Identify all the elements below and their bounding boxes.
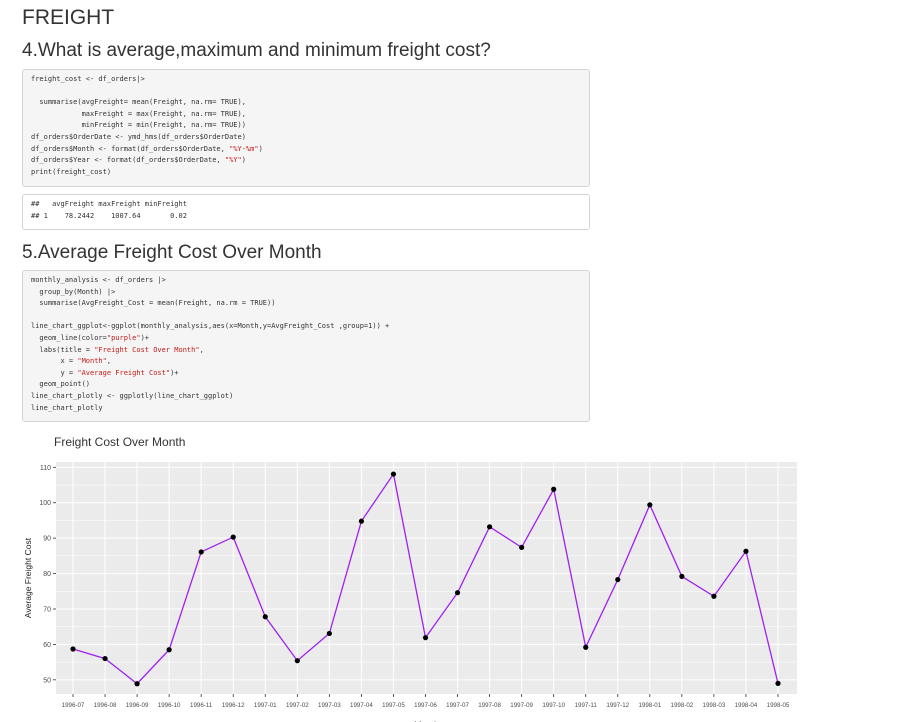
data-point (519, 544, 525, 550)
data-point (230, 534, 236, 540)
x-tick-label: 1998-03 (703, 702, 726, 709)
data-point (358, 518, 365, 524)
x-tick-label: 1997-05 (382, 702, 405, 709)
plot-panel (56, 462, 797, 694)
code-line: geom_line(color="purple")+ (31, 333, 150, 342)
data-point (294, 658, 300, 664)
data-point (134, 681, 140, 687)
x-tick-label: 1997-04 (350, 702, 373, 709)
x-tick-label: 1997-02 (286, 702, 309, 709)
code-line: summarise(AvgFreight_Cost = mean(Freight… (31, 299, 276, 308)
code-line: minFreight = min(Freight, na.rm= TRUE)) (31, 121, 246, 130)
code-line: line_chart_plotly (31, 403, 103, 412)
data-point (775, 680, 781, 686)
section-5-heading: 5.Average Freight Cost Over Month (22, 242, 322, 263)
x-tick-label: 1997-01 (254, 702, 277, 709)
data-point (454, 590, 461, 596)
x-tick-label: 1998-05 (767, 702, 790, 709)
code-line: labs(title = "Freight Cost Over Month", (31, 345, 204, 354)
x-tick-label: 1996-07 (62, 702, 85, 709)
output-line: ## 1 78.2442 1007.64 0.02 (31, 211, 187, 220)
code-line: print(freight_cost) (31, 167, 112, 176)
code-line: monthly_analysis <- df_orders |> (31, 276, 166, 284)
code-line: line_chart_ggplot<-ggplot(monthly_analys… (31, 322, 390, 331)
section-4-heading: 4.What is average,maximum and minimum fr… (22, 40, 491, 61)
code-block-freight-summary[interactable]: freight_cost <- df_orders|> summarise(av… (22, 69, 590, 187)
data-point (486, 524, 493, 530)
code-line: df_orders$OrderDate <- ymd_hms(df_orders… (31, 132, 246, 141)
data-point (262, 614, 268, 620)
x-tick-label: 1996-08 (94, 702, 117, 709)
data-point (102, 655, 108, 662)
output-block-freight-summary: ## avgFreight maxFreight minFreight ## 1 … (22, 194, 590, 230)
data-point (422, 635, 429, 641)
code-block-monthly-analysis[interactable]: monthly_analysis <- df_orders |> group_b… (22, 270, 590, 422)
data-point (390, 471, 397, 477)
code-line: freight_cost <- df_orders|> (31, 75, 145, 83)
output-line: ## avgFreight maxFreight minFreight (31, 200, 187, 208)
x-tick-label: 1997-10 (542, 702, 565, 709)
data-point (198, 549, 204, 555)
page-title: FREIGHT (22, 6, 115, 29)
y-tick-label: 90 (43, 536, 51, 543)
code-line: group_by(Month) |> (31, 287, 116, 296)
y-tick-label: 110 (40, 465, 51, 472)
data-point (743, 548, 749, 554)
data-point (679, 573, 685, 580)
data-point (711, 593, 717, 599)
x-tick-label: 1997-09 (510, 702, 533, 709)
y-axis-label: Average Freight Cost (23, 537, 33, 618)
data-point (326, 630, 332, 637)
y-tick-label: 100 (39, 500, 51, 507)
x-tick-label: 1996-11 (190, 702, 213, 709)
code-line: x = "Month", (31, 357, 112, 366)
x-tick-label: 1997-06 (414, 702, 437, 709)
code-line: df_orders$Month <- format(df_orders$Orde… (31, 144, 263, 153)
x-tick-label: 1997-03 (318, 702, 341, 709)
code-line: maxFreight = max(Freight, na.rm= TRUE), (31, 109, 246, 118)
code-line: df_orders$Year <- format(df_orders$Order… (31, 156, 246, 165)
x-tick-label: 1998-04 (735, 702, 758, 709)
x-tick-label: 1997-11 (575, 702, 598, 709)
code-line: y = "Average Freight Cost")+ (31, 368, 179, 377)
y-tick-label: 60 (43, 642, 51, 649)
y-tick-label: 70 (43, 606, 51, 613)
data-point (166, 647, 172, 653)
data-point (70, 646, 76, 652)
x-tick-label: 1997-08 (478, 702, 501, 709)
data-point (615, 576, 621, 583)
series-line (72, 472, 779, 685)
x-tick-label: 1996-12 (222, 702, 245, 709)
y-tick-label: 80 (43, 571, 51, 578)
y-tick-label: 50 (43, 677, 51, 684)
data-point (647, 502, 653, 508)
x-tick-label: 1997-12 (606, 702, 629, 709)
x-tick-label: 1996-10 (158, 702, 181, 709)
x-tick-label: 1997-07 (446, 702, 469, 709)
x-tick-label: 1996-09 (126, 702, 149, 709)
x-tick-label: 1998-02 (671, 702, 694, 709)
code-line: summarise(avgFreight= mean(Freight, na.r… (31, 98, 246, 107)
chart-title: Freight Cost Over Month (54, 435, 186, 449)
data-point (583, 644, 589, 650)
code-line: line_chart_plotly <- ggplotly(line_chart… (31, 391, 234, 400)
code-line: geom_point() (31, 380, 91, 389)
data-point (551, 486, 557, 492)
x-tick-label: 1998-01 (638, 702, 661, 709)
